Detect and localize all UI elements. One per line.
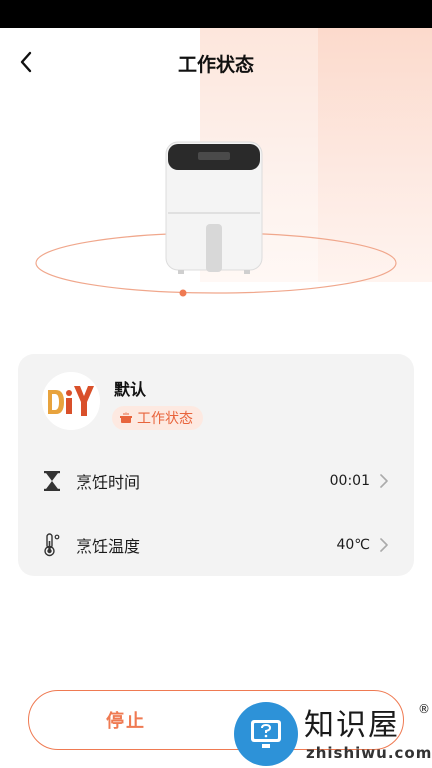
chevron-right-icon <box>380 538 388 552</box>
watermark-registered-mark: ® <box>418 702 430 716</box>
cooking-temperature-value: 40℃ <box>336 537 370 553</box>
status-badge-label: 工作状态 <box>137 411 193 427</box>
cooking-time-row[interactable]: 烹饪时间 00:01 <box>18 458 414 504</box>
orbit-indicator-dot <box>179 289 187 297</box>
diy-logo <box>42 372 100 430</box>
hourglass-icon <box>40 469 64 493</box>
cooking-pot-icon <box>120 412 132 423</box>
watermark-url: zhishiwu.com <box>306 744 432 762</box>
status-badge: 工作状态 <box>112 406 203 430</box>
chevron-right-icon <box>380 474 388 488</box>
cooking-time-value: 00:01 <box>329 473 370 489</box>
mode-avatar <box>42 372 100 430</box>
question-monitor-icon <box>251 720 281 748</box>
cooking-temperature-label: 烹饪温度 <box>76 537 141 556</box>
mode-name: 默认 <box>114 380 147 399</box>
cooking-time-label: 烹饪时间 <box>76 473 141 492</box>
watermark-logo <box>234 702 298 766</box>
stop-button-label: 停止 <box>106 711 146 732</box>
air-fryer-image <box>165 141 263 274</box>
thermometer-icon <box>40 533 64 557</box>
cooking-status-card: 默认 工作状态 烹饪时间 00:01 烹饪温度 40℃ <box>18 354 414 576</box>
cooking-temperature-row[interactable]: 烹饪温度 40℃ <box>18 522 414 568</box>
watermark-brand: 知识屋 <box>304 708 400 743</box>
